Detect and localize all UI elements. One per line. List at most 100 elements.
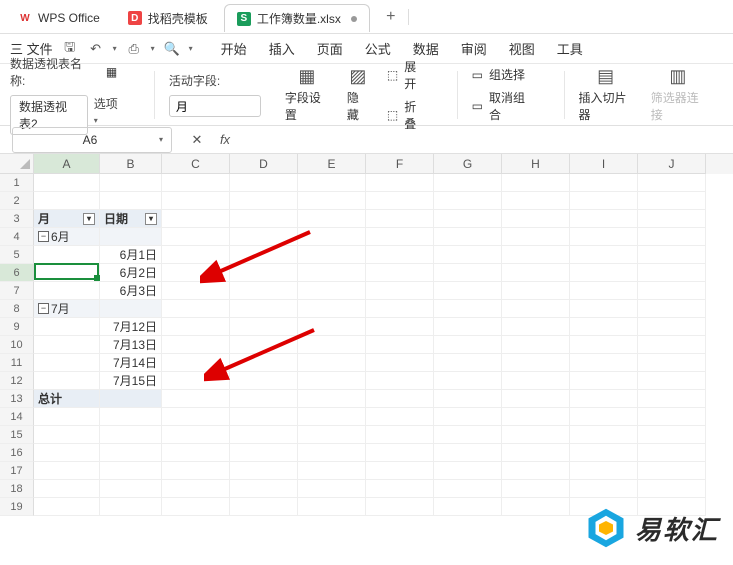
cell-H13[interactable] bbox=[502, 390, 570, 408]
cell-I18[interactable] bbox=[570, 480, 638, 498]
chevron-down-icon[interactable]: ▾ bbox=[159, 135, 163, 144]
cell-H4[interactable] bbox=[502, 228, 570, 246]
filter-dropdown-icon[interactable]: ▾ bbox=[83, 213, 95, 225]
cell-B7[interactable]: 6月3日 bbox=[100, 282, 162, 300]
cell-D13[interactable] bbox=[230, 390, 298, 408]
cell-E16[interactable] bbox=[298, 444, 366, 462]
cell-F6[interactable] bbox=[366, 264, 434, 282]
col-header-H[interactable]: H bbox=[502, 154, 570, 174]
cell-J4[interactable] bbox=[638, 228, 706, 246]
new-tab-button[interactable]: + bbox=[380, 6, 402, 28]
cell-F11[interactable] bbox=[366, 354, 434, 372]
cell-E17[interactable] bbox=[298, 462, 366, 480]
cell-A13[interactable]: 总计 bbox=[34, 390, 100, 408]
cell-C12[interactable] bbox=[162, 372, 230, 390]
cell-F16[interactable] bbox=[366, 444, 434, 462]
cell-D18[interactable] bbox=[230, 480, 298, 498]
row-header[interactable]: 18 bbox=[0, 480, 34, 498]
cell-D17[interactable] bbox=[230, 462, 298, 480]
cell-G3[interactable] bbox=[434, 210, 502, 228]
cell-G9[interactable] bbox=[434, 318, 502, 336]
cell-C10[interactable] bbox=[162, 336, 230, 354]
col-header-C[interactable]: C bbox=[162, 154, 230, 174]
field-settings-button[interactable]: ▦ 字段设置 bbox=[285, 66, 329, 123]
cell-G1[interactable] bbox=[434, 174, 502, 192]
print-icon[interactable]: ⎙ bbox=[125, 40, 143, 58]
cell-D10[interactable] bbox=[230, 336, 298, 354]
tab-insert[interactable]: 插入 bbox=[269, 39, 295, 58]
cell-D8[interactable] bbox=[230, 300, 298, 318]
cell-I7[interactable] bbox=[570, 282, 638, 300]
cell-G16[interactable] bbox=[434, 444, 502, 462]
app-tab-template[interactable]: D 找稻壳模板 bbox=[116, 4, 220, 32]
cell-J17[interactable] bbox=[638, 462, 706, 480]
cell-D19[interactable] bbox=[230, 498, 298, 516]
cell-J10[interactable] bbox=[638, 336, 706, 354]
cell-E2[interactable] bbox=[298, 192, 366, 210]
cell-D16[interactable] bbox=[230, 444, 298, 462]
row-header[interactable]: 3 bbox=[0, 210, 34, 228]
print-preview-icon[interactable]: 🔍 bbox=[163, 40, 181, 58]
col-header-G[interactable]: G bbox=[434, 154, 502, 174]
cell-B1[interactable] bbox=[100, 174, 162, 192]
cell-J13[interactable] bbox=[638, 390, 706, 408]
cell-F12[interactable] bbox=[366, 372, 434, 390]
row-header[interactable]: 1 bbox=[0, 174, 34, 192]
cell-H10[interactable] bbox=[502, 336, 570, 354]
pivot-name-icon[interactable]: ▦ bbox=[101, 61, 122, 83]
cell-E6[interactable] bbox=[298, 264, 366, 282]
row-header[interactable]: 10 bbox=[0, 336, 34, 354]
cell-G7[interactable] bbox=[434, 282, 502, 300]
cell-F10[interactable] bbox=[366, 336, 434, 354]
col-header-B[interactable]: B bbox=[100, 154, 162, 174]
cell-E19[interactable] bbox=[298, 498, 366, 516]
cell-I17[interactable] bbox=[570, 462, 638, 480]
cell-H8[interactable] bbox=[502, 300, 570, 318]
cell-A1[interactable] bbox=[34, 174, 100, 192]
cell-J15[interactable] bbox=[638, 426, 706, 444]
cell-A16[interactable] bbox=[34, 444, 100, 462]
cell-D6[interactable] bbox=[230, 264, 298, 282]
cell-H6[interactable] bbox=[502, 264, 570, 282]
cell-J2[interactable] bbox=[638, 192, 706, 210]
cell-I13[interactable] bbox=[570, 390, 638, 408]
collapse-group-icon[interactable]: − bbox=[38, 231, 49, 242]
cell-B19[interactable] bbox=[100, 498, 162, 516]
cell-E9[interactable] bbox=[298, 318, 366, 336]
cell-J12[interactable] bbox=[638, 372, 706, 390]
cell-F15[interactable] bbox=[366, 426, 434, 444]
cell-G15[interactable] bbox=[434, 426, 502, 444]
cell-J8[interactable] bbox=[638, 300, 706, 318]
cell-E10[interactable] bbox=[298, 336, 366, 354]
cell-F1[interactable] bbox=[366, 174, 434, 192]
cell-G10[interactable] bbox=[434, 336, 502, 354]
cell-B15[interactable] bbox=[100, 426, 162, 444]
tab-formula[interactable]: 公式 bbox=[365, 39, 391, 58]
cell-D9[interactable] bbox=[230, 318, 298, 336]
cell-G18[interactable] bbox=[434, 480, 502, 498]
expand-button[interactable]: ⬚展开 bbox=[387, 58, 425, 92]
cell-H17[interactable] bbox=[502, 462, 570, 480]
cell-J5[interactable] bbox=[638, 246, 706, 264]
cell-E4[interactable] bbox=[298, 228, 366, 246]
cell-B9[interactable]: 7月12日 bbox=[100, 318, 162, 336]
cell-H19[interactable] bbox=[502, 498, 570, 516]
cell-A6[interactable] bbox=[34, 264, 100, 282]
cell-C3[interactable] bbox=[162, 210, 230, 228]
row-header[interactable]: 11 bbox=[0, 354, 34, 372]
cell-G4[interactable] bbox=[434, 228, 502, 246]
tab-home[interactable]: 开始 bbox=[221, 39, 247, 58]
cell-E11[interactable] bbox=[298, 354, 366, 372]
cell-J14[interactable] bbox=[638, 408, 706, 426]
preview-dropdown-icon[interactable]: ▾ bbox=[189, 44, 193, 53]
cell-I12[interactable] bbox=[570, 372, 638, 390]
cell-I9[interactable] bbox=[570, 318, 638, 336]
collapse-group-icon[interactable]: − bbox=[38, 303, 49, 314]
cell-D15[interactable] bbox=[230, 426, 298, 444]
cell-J16[interactable] bbox=[638, 444, 706, 462]
cell-A15[interactable] bbox=[34, 426, 100, 444]
cell-H3[interactable] bbox=[502, 210, 570, 228]
cell-F13[interactable] bbox=[366, 390, 434, 408]
cell-C14[interactable] bbox=[162, 408, 230, 426]
fx-icon[interactable]: fx bbox=[216, 131, 234, 149]
